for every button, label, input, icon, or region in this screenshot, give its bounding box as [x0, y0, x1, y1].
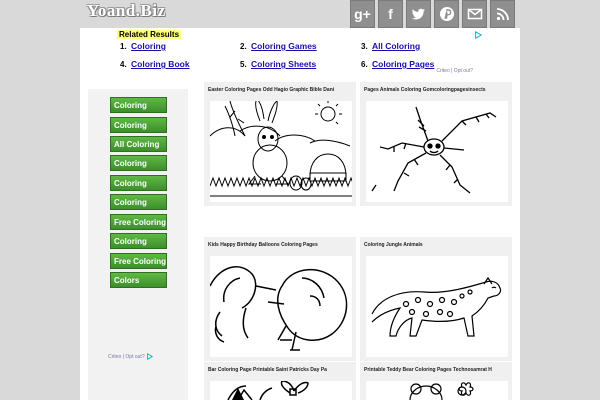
related-item-1[interactable]: 1. Coloring	[120, 41, 166, 51]
card-title[interactable]: Easter Coloring Pages Odd Hagio Graphic …	[208, 87, 356, 93]
card-image[interactable]	[210, 256, 352, 357]
sidebar-ad-optout[interactable]: Criteo | Opt out?	[108, 352, 154, 361]
sidebar-button[interactable]: Coloring	[110, 155, 167, 171]
related-item-link[interactable]: Coloring Book	[131, 59, 190, 69]
related-item-5[interactable]: 5. Coloring Sheets	[240, 59, 316, 69]
birthday-bird-illustration	[210, 266, 348, 351]
related-item-3[interactable]: 3. All Coloring	[361, 41, 420, 51]
related-item-number: 5.	[240, 60, 247, 69]
image-card[interactable]: Bar Coloring Page Printable Saint Patric…	[204, 362, 356, 400]
social-bar: g+ f	[350, 0, 515, 28]
image-card[interactable]: Easter Coloring Pages Odd Hagio Graphic …	[204, 82, 356, 206]
card-image[interactable]	[366, 256, 508, 357]
card-title[interactable]: Coloring Jungle Animals	[364, 242, 512, 248]
insect-illustration	[371, 106, 497, 194]
related-item-6[interactable]: 6. Coloring Pages	[361, 59, 434, 69]
card-image[interactable]	[366, 101, 508, 202]
card-image[interactable]	[210, 101, 352, 202]
adchoices-icon[interactable]	[474, 31, 482, 39]
card-title[interactable]: Printable Teddy Bear Coloring Pages Tech…	[364, 367, 512, 373]
rss-icon[interactable]	[490, 0, 515, 28]
google-plus-icon[interactable]: g+	[350, 0, 375, 28]
image-card[interactable]: Coloring Jungle Animals	[360, 237, 512, 361]
image-card[interactable]: Pages Animals Coloring Gomcoloringpagesi…	[360, 82, 512, 206]
related-item-number: 3.	[361, 42, 368, 51]
sidebar-button[interactable]: Coloring	[110, 117, 167, 133]
site-logo[interactable]: Yoand.Biz	[87, 1, 166, 21]
related-item-link[interactable]: Coloring Games	[251, 41, 317, 51]
card-title[interactable]: Pages Animals Coloring Gomcoloringpagesi…	[364, 87, 512, 93]
sidebar-button[interactable]: Coloring	[110, 97, 167, 113]
card-title[interactable]: Kids Happy Birthday Balloons Coloring Pa…	[208, 242, 356, 248]
card-title[interactable]: Bar Coloring Page Printable Saint Patric…	[208, 367, 356, 373]
sidebar-button[interactable]: Coloring	[110, 175, 167, 191]
page-content: Related Results 1. Coloring 2. Coloring …	[80, 28, 520, 400]
mail-icon[interactable]	[462, 0, 487, 28]
card-image[interactable]	[210, 381, 352, 400]
teddy-bear-illustration	[409, 382, 474, 400]
twitter-icon[interactable]	[406, 0, 431, 28]
ad-optout-link[interactable]: Criteo | Opt out?	[436, 68, 473, 74]
easter-bunny-illustration	[210, 101, 352, 197]
related-item-2[interactable]: 2. Coloring Games	[240, 41, 317, 51]
related-item-link[interactable]: All Coloring	[372, 41, 420, 51]
google-plus-glyph: g+	[354, 6, 371, 22]
image-card[interactable]: Printable Teddy Bear Coloring Pages Tech…	[360, 362, 512, 400]
sidebar-button[interactable]: Free Coloring	[110, 253, 167, 269]
card-image[interactable]	[366, 381, 508, 400]
related-results: Related Results 1. Coloring 2. Coloring …	[80, 28, 520, 78]
st-patricks-illustration	[227, 381, 309, 400]
sidebar-button[interactable]: Coloring	[110, 194, 167, 210]
related-item-number: 2.	[240, 42, 247, 51]
jaguar-illustration	[371, 276, 502, 337]
sidebar-ad-optout-text: Criteo | Opt out?	[108, 353, 145, 360]
related-item-link[interactable]: Coloring Pages	[372, 59, 434, 69]
sidebar-button[interactable]: All Coloring	[110, 136, 167, 152]
related-item-number: 1.	[120, 42, 127, 51]
sidebar-button[interactable]: Coloring	[110, 233, 167, 249]
related-item-number: 6.	[361, 60, 368, 69]
sidebar-button[interactable]: Colors	[110, 272, 167, 288]
related-results-title: Related Results	[117, 30, 182, 39]
adchoices-icon	[146, 352, 154, 361]
top-bar: Yoand.Biz g+ f	[0, 0, 600, 28]
related-item-number: 4.	[120, 60, 127, 69]
image-card[interactable]: Kids Happy Birthday Balloons Coloring Pa…	[204, 237, 356, 361]
image-grid: Easter Coloring Pages Odd Hagio Graphic …	[204, 82, 516, 400]
facebook-glyph: f	[388, 6, 393, 22]
sidebar-button[interactable]: Free Coloring	[110, 214, 167, 230]
related-item-link[interactable]: Coloring	[131, 41, 166, 51]
related-item-link[interactable]: Coloring Sheets	[251, 59, 316, 69]
pinterest-icon[interactable]	[434, 0, 459, 28]
facebook-icon[interactable]: f	[378, 0, 403, 28]
related-item-4[interactable]: 4. Coloring Book	[120, 59, 190, 69]
